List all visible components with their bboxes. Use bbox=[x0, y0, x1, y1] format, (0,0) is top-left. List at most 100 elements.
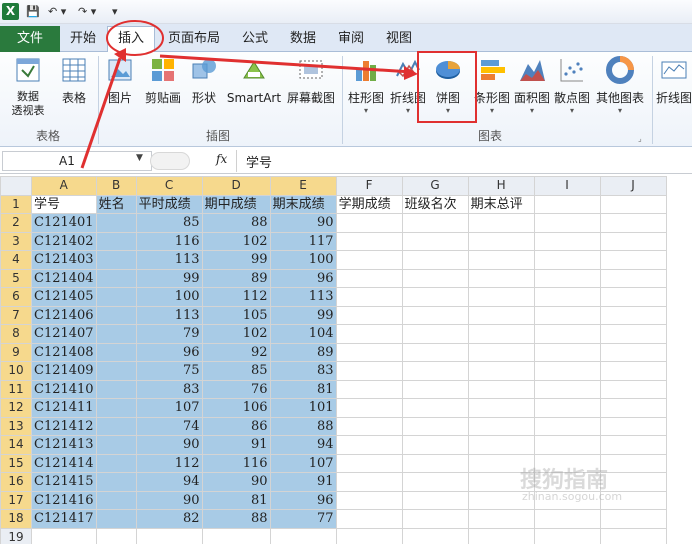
cell-c15[interactable]: 112 bbox=[135, 453, 203, 473]
cell-b5[interactable] bbox=[95, 268, 137, 288]
cell-d5[interactable]: 89 bbox=[201, 268, 271, 288]
cell-j16[interactable] bbox=[599, 472, 667, 492]
row-header[interactable]: 18 bbox=[0, 509, 32, 529]
cell-j1[interactable] bbox=[599, 194, 667, 214]
cell-j4[interactable] bbox=[599, 250, 667, 270]
column-header-a[interactable]: A bbox=[31, 176, 97, 196]
shapes-button[interactable]: 形状 bbox=[188, 56, 220, 106]
redo-icon[interactable]: ↷ ▾ bbox=[78, 4, 96, 20]
cell-i1[interactable] bbox=[533, 194, 601, 214]
row-header[interactable]: 7 bbox=[0, 305, 32, 325]
row-header[interactable]: 2 bbox=[0, 213, 32, 233]
cell-c3[interactable]: 116 bbox=[135, 231, 203, 251]
cell-e9[interactable]: 89 bbox=[269, 342, 337, 362]
cell-i3[interactable] bbox=[533, 231, 601, 251]
cell-e6[interactable]: 113 bbox=[269, 287, 337, 307]
cell-f10[interactable] bbox=[335, 361, 403, 381]
cell-d8[interactable]: 102 bbox=[201, 324, 271, 344]
column-chart-button[interactable]: 柱形图 ▾ bbox=[346, 56, 386, 116]
cell-b14[interactable] bbox=[95, 435, 137, 455]
row-header[interactable]: 9 bbox=[0, 342, 32, 362]
cell-d10[interactable]: 85 bbox=[201, 361, 271, 381]
cell-f8[interactable] bbox=[335, 324, 403, 344]
cell-i8[interactable] bbox=[533, 324, 601, 344]
cell-f12[interactable] bbox=[335, 398, 403, 418]
cell-e11[interactable]: 81 bbox=[269, 379, 337, 399]
table-button[interactable]: 表格 bbox=[56, 56, 92, 106]
cell-e1[interactable]: 期末成绩 bbox=[269, 194, 337, 214]
cell-d16[interactable]: 90 bbox=[201, 472, 271, 492]
cell-h4[interactable] bbox=[467, 250, 535, 270]
cell-g14[interactable] bbox=[401, 435, 469, 455]
excel-app-icon[interactable]: X bbox=[2, 3, 19, 20]
cell-c10[interactable]: 75 bbox=[135, 361, 203, 381]
tab-file[interactable]: 文件 bbox=[0, 26, 60, 53]
cell-i9[interactable] bbox=[533, 342, 601, 362]
cell-a17[interactable]: C121416 bbox=[31, 490, 97, 510]
cell-h8[interactable] bbox=[467, 324, 535, 344]
cell-g12[interactable] bbox=[401, 398, 469, 418]
cell-a16[interactable]: C121415 bbox=[31, 472, 97, 492]
row-header[interactable]: 19 bbox=[0, 527, 32, 544]
cell-g8[interactable] bbox=[401, 324, 469, 344]
cell-e16[interactable]: 91 bbox=[269, 472, 337, 492]
cell-h6[interactable] bbox=[467, 287, 535, 307]
row-header[interactable]: 8 bbox=[0, 324, 32, 344]
cell-d14[interactable]: 91 bbox=[201, 435, 271, 455]
cell-i18[interactable] bbox=[533, 509, 601, 529]
cell-a5[interactable]: C121404 bbox=[31, 268, 97, 288]
cell-c6[interactable]: 100 bbox=[135, 287, 203, 307]
cell-g11[interactable] bbox=[401, 379, 469, 399]
cell-g4[interactable] bbox=[401, 250, 469, 270]
row-header[interactable]: 17 bbox=[0, 490, 32, 510]
cell-c19[interactable] bbox=[135, 527, 203, 544]
cell-d13[interactable]: 86 bbox=[201, 416, 271, 436]
cell-d15[interactable]: 116 bbox=[201, 453, 271, 473]
other-charts-button[interactable]: 其他图表 ▾ bbox=[594, 56, 646, 116]
cell-j2[interactable] bbox=[599, 213, 667, 233]
cell-b1[interactable]: 姓名 bbox=[95, 194, 137, 214]
cell-e13[interactable]: 88 bbox=[269, 416, 337, 436]
tab-home[interactable]: 开始 bbox=[70, 30, 96, 48]
cell-d11[interactable]: 76 bbox=[201, 379, 271, 399]
cell-c17[interactable]: 90 bbox=[135, 490, 203, 510]
cell-i4[interactable] bbox=[533, 250, 601, 270]
select-all-corner[interactable] bbox=[0, 176, 32, 196]
cell-c8[interactable]: 79 bbox=[135, 324, 203, 344]
cell-g1[interactable]: 班级名次 bbox=[401, 194, 469, 214]
cell-g19[interactable] bbox=[401, 527, 469, 544]
cell-h12[interactable] bbox=[467, 398, 535, 418]
cell-f14[interactable] bbox=[335, 435, 403, 455]
cell-d12[interactable]: 106 bbox=[201, 398, 271, 418]
scatter-chart-button[interactable]: 散点图 ▾ bbox=[552, 56, 592, 116]
cell-c2[interactable]: 85 bbox=[135, 213, 203, 233]
cell-e3[interactable]: 117 bbox=[269, 231, 337, 251]
cell-c5[interactable]: 99 bbox=[135, 268, 203, 288]
row-header[interactable]: 16 bbox=[0, 472, 32, 492]
column-header-g[interactable]: G bbox=[401, 176, 469, 196]
bar-chart-button[interactable]: 条形图 ▾ bbox=[472, 56, 512, 116]
cell-j8[interactable] bbox=[599, 324, 667, 344]
cell-g7[interactable] bbox=[401, 305, 469, 325]
cell-e10[interactable]: 83 bbox=[269, 361, 337, 381]
cell-g18[interactable] bbox=[401, 509, 469, 529]
cell-b4[interactable] bbox=[95, 250, 137, 270]
cell-b6[interactable] bbox=[95, 287, 137, 307]
cell-g10[interactable] bbox=[401, 361, 469, 381]
cell-j19[interactable] bbox=[599, 527, 667, 544]
cell-c1[interactable]: 平时成绩 bbox=[135, 194, 203, 214]
clipart-button[interactable]: 剪贴画 bbox=[142, 56, 184, 106]
insert-function-icon[interactable]: fx bbox=[216, 152, 227, 166]
cell-f17[interactable] bbox=[335, 490, 403, 510]
cell-b3[interactable] bbox=[95, 231, 137, 251]
cell-a8[interactable]: C121407 bbox=[31, 324, 97, 344]
cell-h13[interactable] bbox=[467, 416, 535, 436]
cell-a19[interactable] bbox=[31, 527, 97, 544]
cell-i19[interactable] bbox=[533, 527, 601, 544]
cell-c18[interactable]: 82 bbox=[135, 509, 203, 529]
cell-h1[interactable]: 期末总评 bbox=[467, 194, 535, 214]
cell-i7[interactable] bbox=[533, 305, 601, 325]
row-header[interactable]: 11 bbox=[0, 379, 32, 399]
cell-c16[interactable]: 94 bbox=[135, 472, 203, 492]
customize-qat-icon[interactable]: ▾ bbox=[112, 4, 118, 20]
